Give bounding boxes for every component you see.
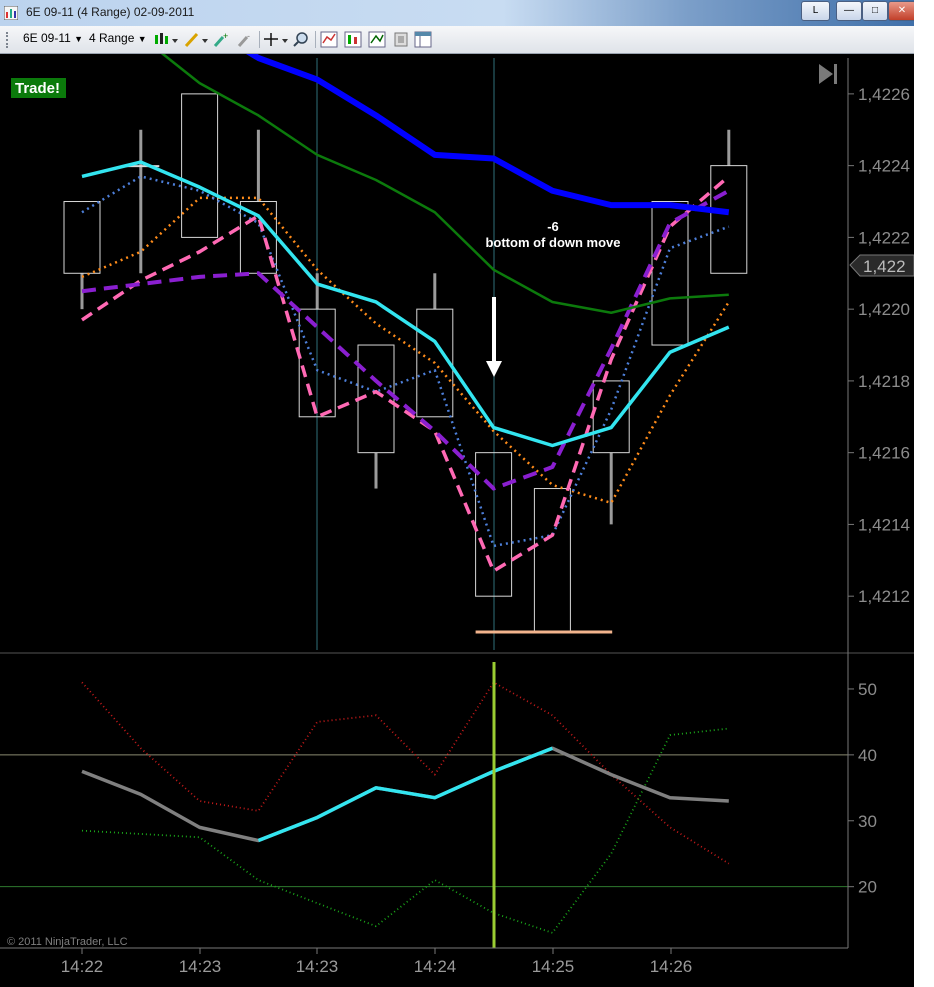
close-button[interactable]: ✕	[888, 1, 914, 21]
app-icon	[4, 6, 18, 20]
price-series-line	[81, 175, 730, 548]
trade-badge-label: Trade!	[15, 80, 60, 97]
price-tick-label: 1,4216	[858, 444, 910, 463]
minimize-button[interactable]: —	[836, 1, 862, 21]
time-tick-label: 14:23	[296, 957, 339, 976]
price-axis[interactable]: 1,4226 1,4224 1,4222 1,4220 1,4218 1,4216 1,42…	[848, 85, 910, 606]
oscillator-tick-label: 30	[858, 812, 877, 831]
oscillator-tick-label: 50	[858, 680, 877, 699]
maximize-button[interactable]: □	[862, 1, 888, 21]
scroll-to-end-icon[interactable]	[819, 64, 837, 84]
oscillator-tick-label: 20	[858, 878, 877, 897]
annotation-value: -6	[547, 219, 559, 234]
price-series-line	[81, 196, 730, 505]
price-series-line	[81, 188, 730, 491]
chart-toolbar: 6E 09-11 ▼ 4 Range ▼ + -	[0, 26, 914, 54]
price-tick-label: 1,4218	[858, 372, 910, 391]
candle-body	[710, 165, 748, 274]
candle-body	[533, 488, 571, 633]
price-series-line	[81, 175, 730, 573]
data-box-icon[interactable]	[414, 31, 432, 48]
strategies-icon[interactable]	[344, 31, 362, 48]
add-marker-icon[interactable]: +	[212, 31, 230, 48]
link-button[interactable]: L	[801, 1, 830, 21]
copyright-text: © 2011 NinjaTrader, LLC	[7, 936, 128, 948]
toolbar-grip[interactable]	[6, 32, 10, 48]
window-title: 6E 09-11 (4 Range) 02-09-2011	[26, 5, 195, 19]
time-tick-label: 14:26	[650, 957, 693, 976]
price-tick-label: 1,4220	[858, 300, 910, 319]
time-tick-label: 14:24	[414, 957, 457, 976]
instrument-label: 6E 09-11	[23, 31, 71, 45]
price-tick-label: 1,4212	[858, 587, 910, 606]
ninjatrader-chart-window: 1,4226 1,4224 1,4222 1,4220 1,4218 1,4216 1,42…	[0, 0, 914, 987]
svg-text:-: -	[247, 31, 250, 41]
price-tick-label: 1,4224	[858, 157, 910, 176]
oscillator-axis[interactable]: 50 40 30 20	[848, 680, 877, 897]
annotation-text: bottom of down move	[485, 235, 620, 250]
drawing-tool-icon[interactable]	[183, 31, 209, 48]
chart-style-icon[interactable]	[153, 31, 179, 48]
toolbar-separator	[259, 31, 260, 48]
indicators-icon[interactable]	[320, 31, 338, 48]
panel-divider[interactable]	[0, 652, 914, 654]
period-selector[interactable]: 4 Range ▼	[89, 31, 147, 45]
properties-icon[interactable]	[392, 31, 410, 48]
chart-trader-icon[interactable]	[368, 31, 386, 48]
chevron-down-icon: ▼	[74, 34, 84, 44]
price-tick-label: 1,4226	[858, 85, 910, 104]
period-label: 4 Range	[89, 31, 135, 45]
svg-text:+: +	[223, 31, 228, 41]
crosshair-icon[interactable]	[263, 31, 289, 48]
candle-body	[651, 201, 689, 346]
oscillator-series-line	[81, 727, 729, 934]
time-axis[interactable]: 14:22 14:23 14:23 14:24 14:25 14:26	[61, 948, 693, 976]
oscillator-tick-label: 40	[858, 746, 877, 765]
time-tick-label: 14:25	[532, 957, 575, 976]
oscillator-highlight-line	[257, 746, 554, 843]
down-arrow-annotation	[486, 297, 502, 377]
title-bar[interactable]: 6E 09-11 (4 Range) 02-09-2011 L — □ ✕	[0, 0, 914, 26]
price-tick-label: 1,4222	[858, 228, 910, 247]
instrument-selector[interactable]: 6E 09-11 ▼	[23, 31, 83, 45]
chevron-down-icon: ▼	[137, 34, 147, 44]
candle-body	[181, 93, 219, 238]
trade-badge[interactable]: Trade!	[11, 78, 66, 98]
current-price-label: 1,422	[863, 257, 906, 276]
price-tick-label: 1,4214	[858, 515, 910, 534]
current-price-marker: 1,422	[849, 254, 914, 277]
oscillator-series-line	[81, 681, 730, 865]
toolbar-separator	[315, 31, 316, 48]
remove-marker-icon[interactable]: -	[236, 31, 254, 48]
outside-window-area	[914, 0, 934, 987]
zoom-icon[interactable]	[292, 31, 310, 48]
chart-area[interactable]: 1,4226 1,4224 1,4222 1,4220 1,4218 1,4216 1,42…	[0, 0, 914, 987]
time-tick-label: 14:22	[61, 957, 104, 976]
time-tick-label: 14:23	[179, 957, 222, 976]
